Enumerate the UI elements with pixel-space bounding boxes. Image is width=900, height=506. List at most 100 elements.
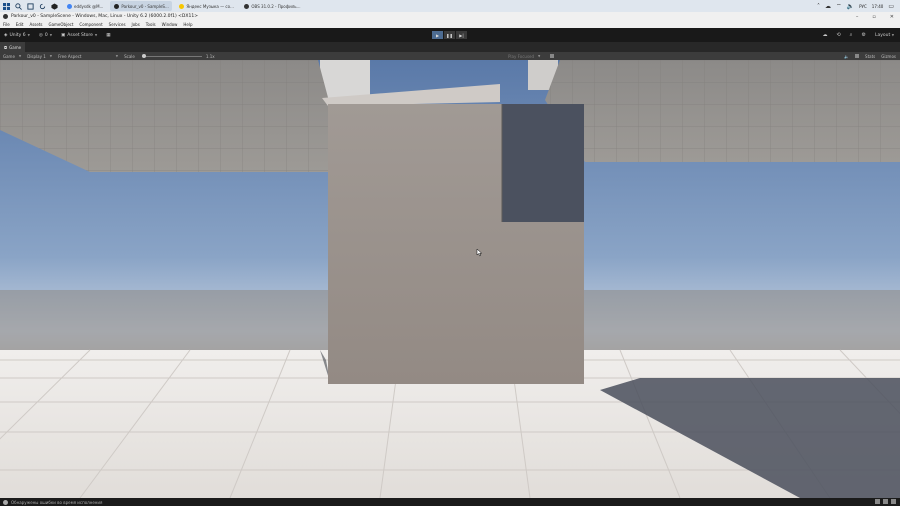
pause-button[interactable]: ❚❚ (444, 31, 455, 39)
history-icon[interactable]: ⟲ (836, 32, 840, 38)
aspect-dropdown[interactable]: Free Aspect ▼ (58, 54, 118, 59)
notifications-icon[interactable] (891, 499, 896, 504)
scale-label: Scale (124, 53, 135, 59)
status-bar: Обнаружены ошибки во время исполнения (0, 498, 900, 506)
vsync-toggle-icon[interactable] (855, 54, 860, 58)
display-number-label: Display 1 (27, 53, 46, 59)
account-button[interactable]: ◈ Unity 6 ▼ (4, 33, 30, 38)
play-controls: ▶ ❚❚ ▶| (432, 31, 467, 39)
game-view-toolbar: Game ▼ Display 1 ▼ Free Aspect ▼ Scale 1… (0, 52, 900, 60)
browser-icon (67, 3, 72, 9)
window-controls: – ▫ ✕ (856, 12, 894, 21)
status-right (875, 499, 896, 504)
status-message[interactable]: Обнаружены ошибки во время исполнения (11, 500, 102, 505)
asset-store-icon: ▣ (61, 32, 66, 38)
volume-icon[interactable]: 🔈 (847, 3, 854, 10)
menu-jobs[interactable]: Jobs (132, 22, 140, 27)
menu-services[interactable]: Services (109, 22, 126, 27)
gizmos-button[interactable]: Gizmos (881, 54, 896, 59)
search-icon[interactable]: ⌕ (850, 32, 853, 38)
screen: eddysdk @M... Parkour_v0 - SampleS... Ян… (0, 0, 900, 506)
window-title: Parkour_v0 - SampleScene - Windows, Mac,… (11, 14, 198, 19)
chevron-down-icon: ▼ (49, 54, 53, 58)
step-icon: ▶| (459, 32, 464, 38)
menu-file[interactable]: File (3, 22, 10, 27)
windows-start-icon[interactable] (0, 0, 12, 12)
chevron-down-icon: ▼ (49, 33, 53, 37)
stats-button[interactable]: Stats (865, 54, 875, 59)
scene-render (0, 60, 900, 498)
clock[interactable]: 17:40 (872, 4, 884, 9)
window-titlebar: Parkour_v0 - SampleScene - Windows, Mac,… (0, 12, 900, 21)
debug-icon[interactable] (883, 499, 888, 504)
asset-store-button[interactable]: ▣ Asset Store ▼ (61, 33, 97, 38)
taskbar-tab-unity[interactable]: Parkour_v0 - SampleS... (110, 1, 173, 11)
close-icon[interactable]: ✕ (890, 14, 894, 20)
notifications-icon[interactable]: ▭ (888, 3, 894, 10)
refresh-app-icon[interactable] (36, 0, 48, 12)
layout-dropdown[interactable]: Layout ▼ (875, 33, 894, 38)
language-indicator[interactable]: РУС (859, 4, 867, 9)
menu-assets[interactable]: Assets (29, 22, 42, 27)
collab-count: 0 (44, 32, 48, 38)
settings-gear-icon[interactable]: ⚙ (861, 32, 865, 38)
scale-value: 1.1x (205, 53, 215, 59)
account-label: Unity 6 (9, 32, 26, 38)
scale-slider-handle[interactable] (141, 53, 146, 58)
pause-icon: ❚❚ (446, 32, 453, 38)
package-button[interactable]: ▦ (106, 33, 110, 38)
obs-icon (244, 3, 250, 9)
search-icon[interactable] (12, 0, 24, 12)
taskbar-tab-label: Parkour_v0 - SampleS... (121, 3, 169, 9)
play-button[interactable]: ▶ (432, 31, 443, 39)
menu-bar: File Edit Assets GameObject Component Se… (0, 21, 900, 28)
chevron-down-icon: ▼ (115, 54, 119, 58)
chevron-up-icon[interactable]: ˄ (817, 3, 820, 10)
collab-button[interactable]: ◎ 0 ▼ (39, 33, 52, 38)
chevron-down-icon: ▼ (94, 33, 98, 37)
play-focused-control[interactable]: Play Focused ▼ (508, 52, 555, 60)
progress-icon[interactable] (875, 499, 880, 504)
menu-help[interactable]: Help (183, 22, 192, 27)
cube-shadow-face (502, 104, 584, 222)
unity-logo-icon: ◈ (4, 32, 8, 38)
info-icon (3, 499, 8, 505)
asset-store-label: Asset Store (67, 32, 93, 38)
unity-hub-icon[interactable] (48, 0, 60, 12)
menu-tools[interactable]: Tools (146, 22, 156, 27)
menu-edit[interactable]: Edit (16, 22, 24, 27)
chevron-down-icon: ▼ (27, 33, 30, 37)
scale-slider[interactable] (141, 53, 202, 58)
unity-icon (114, 3, 120, 9)
taskbar-tab-music[interactable]: Яндекс Музыка — со... (175, 1, 237, 11)
maximize-toggle-icon[interactable] (550, 54, 555, 58)
taskbar-tab-label: OBS 31.0.2 - Профиль... (251, 3, 301, 9)
chevron-down-icon: ▼ (891, 32, 894, 37)
taskbar-tab-label: eddysdk @M... (74, 3, 104, 9)
toolbar-right: ☁ ⟲ ⌕ ⚙ Layout ▼ (822, 28, 894, 42)
taskbar-tab-obs[interactable]: OBS 31.0.2 - Профиль... (240, 1, 302, 11)
yandex-music-icon (179, 3, 185, 9)
cloud-sync-icon: ◎ (38, 32, 43, 38)
step-button[interactable]: ▶| (456, 31, 467, 39)
network-icon[interactable]: ⌔ (836, 2, 842, 10)
game-viewport[interactable] (0, 60, 900, 498)
cloud-icon[interactable]: ☁ (822, 32, 827, 38)
display-type-dropdown[interactable]: Game ▼ (3, 54, 21, 59)
unity-toolbar: ◈ Unity 6 ▼ ◎ 0 ▼ ▣ Asset Store ▼ ▦ ▶ ❚❚… (0, 28, 900, 42)
display-type-label: Game (3, 53, 15, 59)
os-taskbar: eddysdk @M... Parkour_v0 - SampleS... Ян… (0, 0, 900, 12)
task-view-icon[interactable] (24, 0, 36, 12)
cloud-icon[interactable]: ☁ (825, 3, 831, 10)
maximize-icon[interactable]: ▫ (872, 14, 875, 20)
unity-app-icon (3, 14, 8, 19)
mute-audio-icon[interactable]: 🔈 (844, 54, 849, 59)
menu-component[interactable]: Component (79, 22, 102, 27)
scale-control: Scale 1.1x (124, 53, 215, 59)
tab-game[interactable]: ◘ Game (0, 42, 26, 52)
taskbar-tab-browser[interactable]: eddysdk @M... (63, 1, 107, 11)
display-number-dropdown[interactable]: Display 1 ▼ (27, 54, 52, 59)
menu-window[interactable]: Window (162, 22, 178, 27)
menu-gameobject[interactable]: GameObject (48, 22, 73, 27)
minimize-icon[interactable]: – (856, 14, 859, 20)
